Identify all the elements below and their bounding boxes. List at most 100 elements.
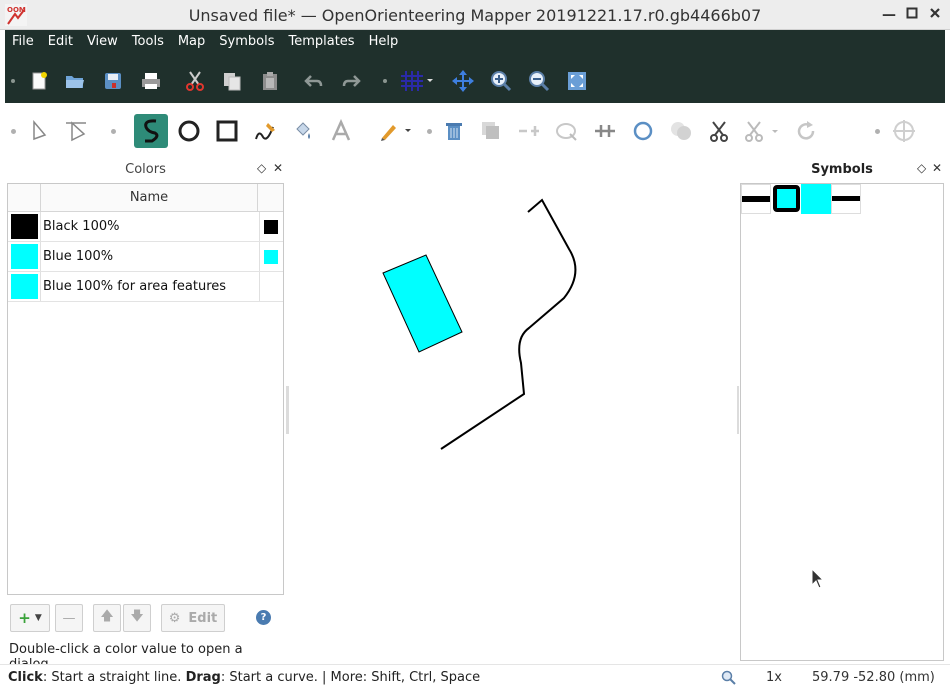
cut-hole-icon[interactable] bbox=[588, 114, 622, 148]
menu-edit[interactable]: Edit bbox=[41, 30, 80, 54]
menu-map[interactable]: Map bbox=[171, 30, 212, 54]
toolbar-handle[interactable] bbox=[11, 79, 15, 83]
table-row[interactable]: Blue 100% bbox=[8, 242, 283, 272]
duplicate-icon[interactable] bbox=[474, 114, 508, 148]
close-panel-icon[interactable]: ✕ bbox=[273, 161, 283, 175]
color-swatch[interactable] bbox=[11, 244, 38, 269]
table-row[interactable]: Blue 100% for area features bbox=[8, 272, 283, 302]
draw-freehand-icon[interactable] bbox=[248, 114, 282, 148]
status-hint: Click: Start a straight line. Drag: Star… bbox=[8, 670, 481, 685]
fit-icon[interactable] bbox=[563, 67, 591, 95]
undo-icon[interactable] bbox=[300, 67, 328, 95]
edit-toolbar bbox=[5, 105, 945, 157]
draw-circle-icon[interactable] bbox=[172, 114, 206, 148]
open-icon[interactable] bbox=[61, 67, 89, 95]
area-symbol-icon[interactable] bbox=[801, 184, 831, 214]
toolbar-separator-dot bbox=[111, 129, 116, 134]
menu-help[interactable]: Help bbox=[362, 30, 406, 54]
table-row[interactable]: Black 100% bbox=[8, 212, 283, 242]
cut-tool-icon[interactable] bbox=[702, 114, 736, 148]
remove-color-button[interactable]: — bbox=[55, 604, 83, 632]
status-bar: Click: Start a straight line. Drag: Star… bbox=[0, 664, 950, 694]
paint-icon[interactable] bbox=[374, 114, 420, 148]
title-bar: OOM Unsaved file* — OpenOrienteering Map… bbox=[0, 0, 950, 30]
move-down-button[interactable]: 🡇 bbox=[123, 604, 151, 632]
draw-rectangle-icon[interactable] bbox=[210, 114, 244, 148]
close-panel-icon[interactable]: ✕ bbox=[932, 161, 942, 175]
colors-panel: Colors ◇ ✕ Name Black 100% Blue 100% Blu… bbox=[5, 158, 286, 672]
color-swatch[interactable] bbox=[11, 214, 38, 239]
maximize-icon[interactable] bbox=[903, 6, 921, 24]
add-color-button[interactable]: + ▼ bbox=[10, 604, 50, 632]
measure-icon[interactable] bbox=[887, 114, 921, 148]
zoom-in-icon[interactable] bbox=[487, 67, 515, 95]
mouse-cursor-icon bbox=[811, 567, 825, 594]
pan-icon[interactable] bbox=[449, 67, 477, 95]
color-swatch[interactable] bbox=[11, 274, 38, 299]
edit-color-button[interactable]: ⚙ Edit bbox=[161, 604, 225, 632]
grid-icon[interactable] bbox=[397, 67, 437, 95]
toolbar-handle[interactable] bbox=[11, 129, 16, 134]
map-canvas[interactable] bbox=[289, 158, 737, 662]
toolbar-separator-dot bbox=[427, 129, 432, 134]
new-file-icon[interactable] bbox=[25, 67, 53, 95]
color-preview bbox=[264, 220, 278, 234]
toolbar-separator-dot bbox=[383, 79, 387, 83]
zoom-level: 1x bbox=[766, 670, 782, 685]
map-drawing bbox=[382, 198, 577, 450]
menu-file[interactable]: File bbox=[5, 30, 41, 54]
table-header: Name bbox=[8, 184, 283, 212]
rotate-icon[interactable] bbox=[789, 114, 823, 148]
menu-templates[interactable]: Templates bbox=[281, 30, 361, 54]
symbols-panel-title: Symbols bbox=[811, 162, 873, 177]
colors-panel-title: Colors bbox=[125, 162, 166, 177]
menu-view[interactable]: View bbox=[80, 30, 125, 54]
color-panel-buttons: + ▼ — 🡅 🡇 ⚙ Edit ? bbox=[10, 604, 286, 634]
color-table[interactable]: Name Black 100% Blue 100% Blue 100% for … bbox=[7, 183, 284, 595]
symbol-list[interactable] bbox=[740, 183, 944, 661]
cut-icon[interactable] bbox=[181, 67, 209, 95]
print-icon[interactable] bbox=[137, 67, 165, 95]
cyan-area-object bbox=[382, 254, 463, 353]
text-icon[interactable] bbox=[324, 114, 358, 148]
line-symbol-icon[interactable] bbox=[741, 184, 771, 214]
save-icon[interactable] bbox=[99, 67, 127, 95]
menu-toolbar-area: File Edit View Tools Map Symbols Templat… bbox=[5, 30, 945, 103]
area-symbol-bordered-icon[interactable] bbox=[771, 184, 801, 214]
move-up-button[interactable]: 🡅 bbox=[93, 604, 121, 632]
convert-circle-icon[interactable] bbox=[626, 114, 660, 148]
menu-bar: File Edit View Tools Map Symbols Templat… bbox=[5, 30, 405, 54]
edit-label: Edit bbox=[188, 610, 218, 626]
gear-icon: ⚙ bbox=[168, 610, 181, 626]
fill-icon[interactable] bbox=[286, 114, 320, 148]
redo-icon[interactable] bbox=[337, 67, 365, 95]
toolbar-separator-dot bbox=[875, 129, 880, 134]
color-name[interactable]: Blue 100% for area features bbox=[43, 279, 226, 294]
line-symbol-icon[interactable] bbox=[831, 184, 861, 214]
zoom-out-icon[interactable] bbox=[525, 67, 553, 95]
zoom-magnifier-icon bbox=[721, 670, 737, 690]
float-panel-icon[interactable]: ◇ bbox=[917, 161, 926, 175]
close-window-icon[interactable] bbox=[926, 6, 944, 24]
help-icon[interactable]: ? bbox=[256, 610, 271, 625]
float-panel-icon[interactable]: ◇ bbox=[257, 161, 266, 175]
cursor-coordinates: 59.79 -52.80 (mm) bbox=[812, 670, 935, 685]
edit-point-icon[interactable] bbox=[22, 114, 56, 148]
menu-symbols[interactable]: Symbols bbox=[212, 30, 281, 54]
color-name[interactable]: Black 100% bbox=[43, 219, 119, 234]
window-title: Unsaved file* — OpenOrienteering Mapper … bbox=[188, 6, 762, 25]
column-header-name[interactable]: Name bbox=[40, 184, 258, 212]
delete-icon[interactable] bbox=[437, 114, 471, 148]
copy-icon[interactable] bbox=[218, 67, 246, 95]
cut-dropdown-icon[interactable] bbox=[741, 114, 783, 148]
symbols-panel: Symbols ◇ ✕ bbox=[739, 158, 945, 662]
color-name[interactable]: Blue 100% bbox=[43, 249, 113, 264]
switch-dash-icon[interactable] bbox=[512, 114, 546, 148]
draw-path-icon[interactable] bbox=[134, 114, 168, 148]
menu-tools[interactable]: Tools bbox=[125, 30, 171, 54]
paste-icon[interactable] bbox=[256, 67, 284, 95]
edit-line-icon[interactable] bbox=[59, 114, 93, 148]
minimize-icon[interactable]: — bbox=[880, 6, 898, 24]
boolean-icon[interactable] bbox=[664, 114, 698, 148]
cutout-icon[interactable] bbox=[550, 114, 584, 148]
